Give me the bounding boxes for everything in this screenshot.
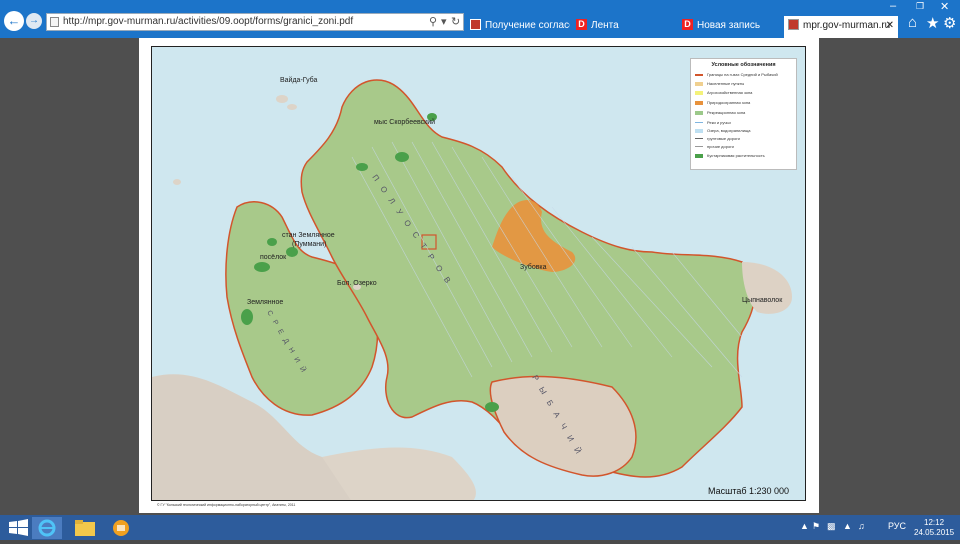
legend-swatch <box>695 146 703 148</box>
legend-swatch <box>695 153 703 158</box>
map-legend: Условные обозначения Границы на п-вах Ср… <box>690 58 797 170</box>
language-indicator[interactable]: РУС <box>888 521 906 531</box>
address-bar[interactable]: http://mpr.gov-murman.ru/activities/09.o… <box>46 13 464 31</box>
legend-label: Реки и ручьи <box>707 120 731 125</box>
refresh-icon[interactable]: ↻ <box>451 14 460 30</box>
chevron-down-icon[interactable]: ▾ <box>441 14 447 30</box>
network-icon[interactable]: ▩ <box>827 521 836 532</box>
map-scale: Масштаб 1:230 000 <box>708 486 790 496</box>
label-pummanki: (Пуммани) <box>292 241 326 248</box>
label-bol-ozerko: Бол. Озерко <box>337 280 377 287</box>
taskbar: ▲ ⚑ ▩ ▲ ♫ РУС 12:12 24.05.2015 <box>0 515 960 540</box>
legend-label: Природоохранная зона <box>707 100 751 105</box>
legend-label: грунтовые дороги <box>707 136 740 141</box>
d-favicon-icon: D <box>682 18 693 30</box>
legend-item: Рекреационная зона <box>695 109 745 117</box>
browser-toolbar: ← → http://mpr.gov-murman.ru/activities/… <box>0 0 960 38</box>
maximize-icon[interactable]: ❐ <box>916 1 924 12</box>
home-icon[interactable]: ⌂ <box>908 14 917 31</box>
legend-label: Озера, водохранилища <box>707 128 751 133</box>
label-tsypnavolok: Цыпнаволок <box>742 297 783 304</box>
legend-item: Границы на п-вах Средний и Рыбачий <box>695 71 778 79</box>
legend-label: Населенные пункты <box>707 81 745 86</box>
windows-start-icon[interactable] <box>4 517 34 539</box>
minimize-icon[interactable]: – <box>890 0 896 12</box>
label-mys-skorbeevskiy: мыс Скорбеевский <box>374 118 435 126</box>
legend-item: Реки и ручьи <box>695 119 731 127</box>
label-zemlyanoe: Землянное <box>247 299 283 306</box>
volume-icon[interactable]: ♫ <box>858 521 865 531</box>
legend-swatch <box>695 138 703 140</box>
tab-label: Получение согласован... <box>485 20 570 31</box>
legend-label: Агрохозяйственная зона <box>707 90 753 95</box>
clock-time: 12:12 <box>924 518 945 527</box>
flag-icon[interactable]: ⚑ <box>812 521 820 532</box>
page-icon <box>50 17 59 27</box>
tab-soglasovanie[interactable]: Получение согласован... <box>466 16 570 38</box>
arrow-left-icon[interactable]: ← <box>4 11 24 31</box>
star-icon[interactable]: ★ <box>926 14 939 32</box>
map-copyright: © ГУ "Кольский геологический информацион… <box>157 503 296 507</box>
search-icon[interactable]: ⚲ <box>429 14 437 30</box>
legend-swatch <box>695 81 703 86</box>
legend-swatch <box>695 73 703 76</box>
label-stan-zemlyanoe: стан Землянное <box>282 232 335 239</box>
legend-label: прочие дороги <box>707 144 734 149</box>
arrow-right-icon[interactable]: → <box>26 13 42 29</box>
legend-item: Кустарниковая растительность <box>695 152 765 160</box>
signal-icon[interactable]: ▲ <box>843 521 852 531</box>
clock[interactable]: 12:12 24.05.2015 <box>914 518 954 538</box>
legend-label: Границы на п-вах Средний и Рыбачий <box>707 72 778 77</box>
chevron-up-icon[interactable]: ▲ <box>800 521 809 531</box>
tab-label: Новая запись <box>697 20 761 31</box>
ie-taskbar-icon[interactable] <box>32 517 62 539</box>
address-url: http://mpr.gov-murman.ru/activities/09.o… <box>63 16 354 27</box>
legend-swatch <box>695 100 703 105</box>
legend-label: Рекреационная зона <box>707 110 746 115</box>
legend-title: Условные обозначения <box>711 62 776 68</box>
legend-swatch <box>695 122 703 124</box>
label-zubovka: Зубовка <box>520 263 547 271</box>
tab-mpr-active[interactable]: mpr.gov-murman.ru ✕ <box>784 16 898 38</box>
legend-label: Кустарниковая растительность <box>707 153 765 158</box>
gear-icon[interactable]: ⚙ <box>943 14 956 32</box>
folder-icon[interactable] <box>70 517 100 539</box>
legend-item: Озера, водохранилища <box>695 127 751 135</box>
close-window-icon[interactable]: ✕ <box>940 0 949 13</box>
label-posyolok: посёлок <box>260 254 287 261</box>
legend-item: Агрохозяйственная зона <box>695 89 752 97</box>
clock-date: 24.05.2015 <box>914 528 955 537</box>
legend-swatch <box>695 128 703 133</box>
doc-favicon-icon <box>470 18 481 30</box>
tab-new-post[interactable]: D Новая запись <box>678 16 782 38</box>
legend-swatch <box>695 90 703 95</box>
legend-item: Природоохранная зона <box>695 99 750 107</box>
legend-item: Населенные пункты <box>695 80 744 88</box>
doc-favicon-icon <box>788 18 799 30</box>
legend-item: прочие дороги <box>695 143 734 151</box>
legend-swatch <box>695 110 703 115</box>
tab-label: mpr.gov-murman.ru <box>803 20 891 31</box>
legend-item: грунтовые дороги <box>695 135 740 143</box>
label-vaida-guba: Вайда-Губа <box>280 76 318 84</box>
tab-label: Лента <box>591 20 619 31</box>
app-icon[interactable] <box>106 517 136 539</box>
tab-lenta[interactable]: D Лента <box>572 16 676 38</box>
close-icon[interactable]: ✕ <box>886 16 894 36</box>
d-favicon-icon: D <box>576 18 587 30</box>
